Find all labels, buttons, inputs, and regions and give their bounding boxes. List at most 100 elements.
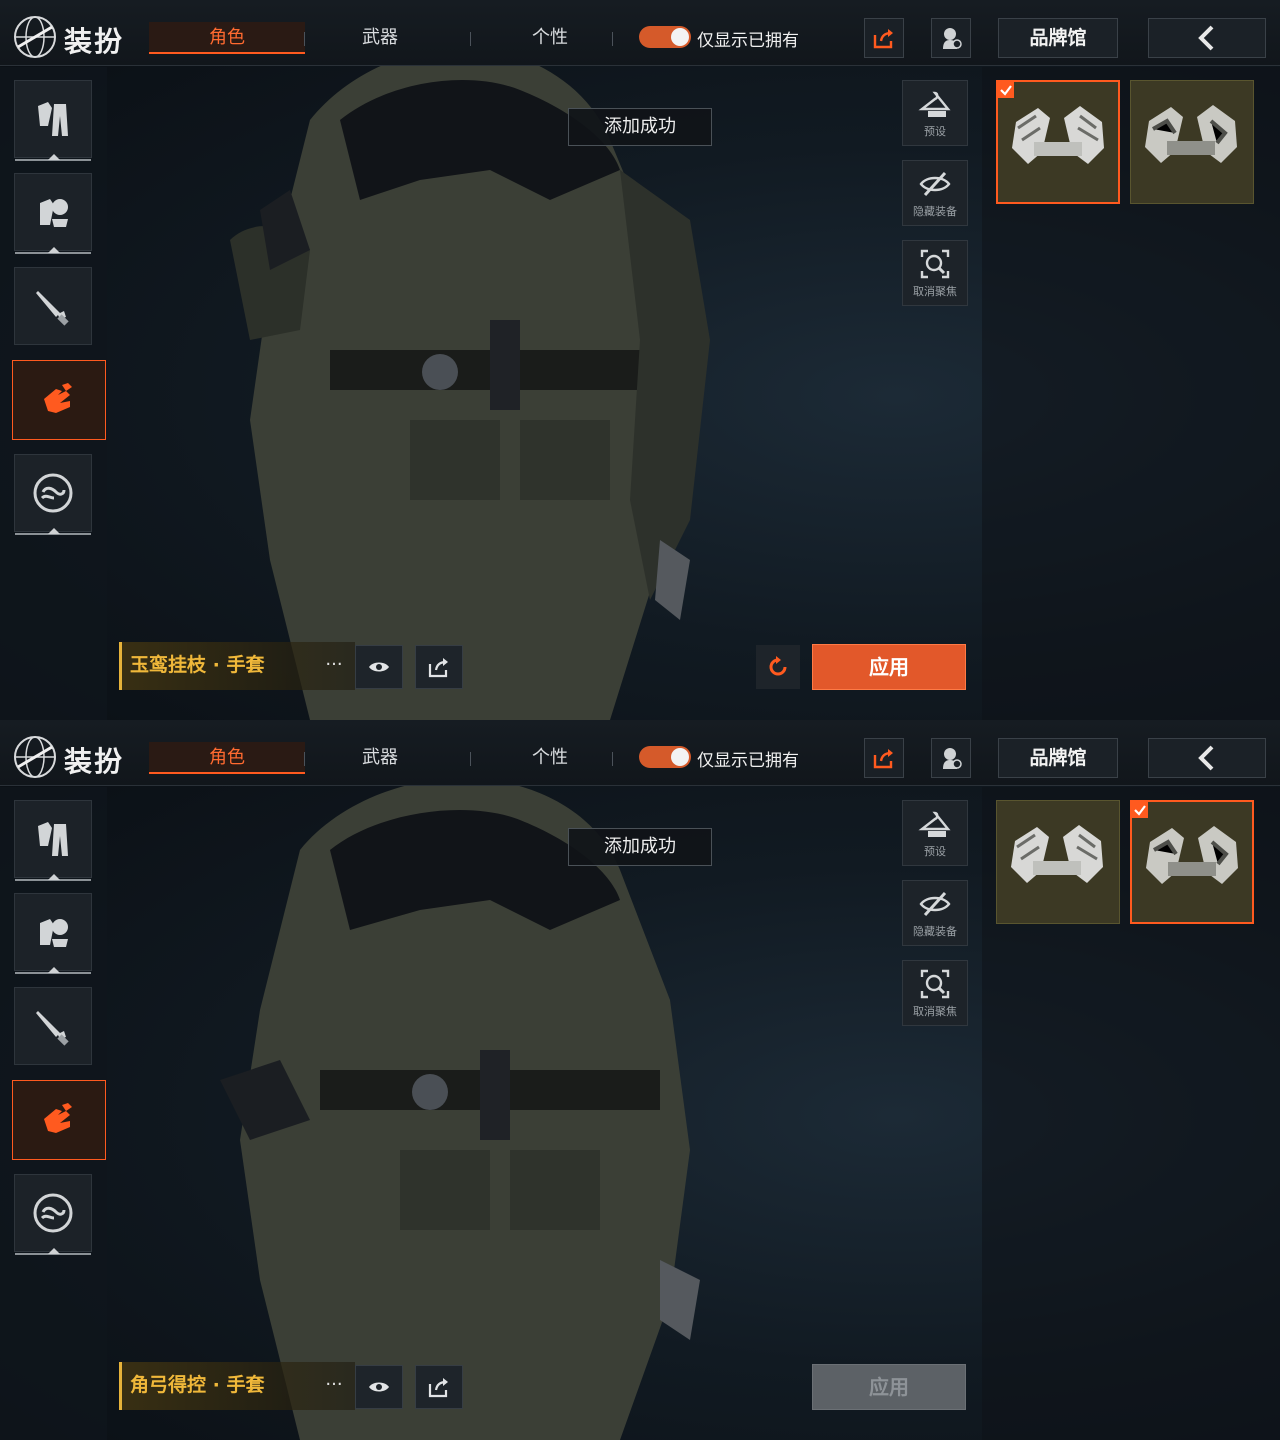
knife-icon xyxy=(36,1011,69,1046)
owned-only-label: 仅显示已拥有 xyxy=(697,31,799,51)
tab-divider xyxy=(470,32,471,46)
gloves-icon xyxy=(44,383,72,413)
preset-button[interactable]: 预设 xyxy=(902,800,968,866)
preset-button[interactable]: 预设 xyxy=(902,80,968,146)
outfit-icon xyxy=(38,822,68,856)
brand-hall-button[interactable]: 品牌馆 xyxy=(998,18,1118,58)
hide-equipment-button[interactable]: 隐藏装备 xyxy=(902,160,968,226)
eye-icon xyxy=(369,1382,389,1392)
owned-only-toggle[interactable] xyxy=(639,26,691,48)
more-options-button[interactable]: ··· xyxy=(316,1372,352,1400)
category-indicator xyxy=(48,1248,60,1254)
gloves-icon xyxy=(44,1103,72,1133)
head-settings-button[interactable] xyxy=(931,18,971,58)
category-indicator xyxy=(48,967,60,973)
unfocus-button[interactable]: 取消聚焦 xyxy=(902,960,968,1026)
toast-message: 添加成功 xyxy=(568,108,712,146)
glove-item[interactable] xyxy=(1130,800,1254,924)
category-outfit-set[interactable] xyxy=(14,173,92,254)
head-gear-icon xyxy=(943,748,962,769)
selected-check xyxy=(1132,802,1148,818)
category-outfit[interactable] xyxy=(14,80,92,161)
page-title: 装扮 xyxy=(64,25,125,58)
focus-icon xyxy=(920,249,950,279)
hide-equipment-button[interactable]: 隐藏装备 xyxy=(902,880,968,946)
more-options-button[interactable]: ··· xyxy=(316,652,352,680)
back-button[interactable] xyxy=(1148,18,1266,58)
page-title: 装扮 xyxy=(64,745,125,778)
tab-personal[interactable]: 个性 xyxy=(510,22,590,54)
tab-divider xyxy=(612,752,613,766)
category-outfit[interactable] xyxy=(14,800,92,881)
unfocus-label: 取消聚焦 xyxy=(913,1005,957,1018)
tab-divider xyxy=(470,752,471,766)
category-sidebar xyxy=(0,787,107,1440)
share-item-button[interactable] xyxy=(415,1365,463,1409)
category-indicator xyxy=(48,874,60,880)
category-gloves[interactable] xyxy=(12,1080,106,1160)
category-melee[interactable] xyxy=(14,987,92,1065)
glove-item[interactable] xyxy=(1130,80,1254,204)
category-emote[interactable] xyxy=(14,1174,92,1255)
category-indicator xyxy=(48,247,60,253)
check-icon xyxy=(1134,805,1146,816)
outfit-icon xyxy=(38,102,68,136)
wardrobe-screen-2: 装扮 角色 武器 个性 仅显示已拥有 品牌馆 预设 隐藏装备 取消聚焦 添加成功… xyxy=(0,720,1280,1440)
apply-button: 应用 xyxy=(812,1364,966,1410)
share-item-button[interactable] xyxy=(415,645,463,689)
brand-hall-button[interactable]: 品牌馆 xyxy=(998,738,1118,778)
unfocus-label: 取消聚焦 xyxy=(913,285,957,298)
toggle-knob xyxy=(671,28,689,46)
hanger-icon xyxy=(918,91,951,117)
share-icon xyxy=(873,749,893,769)
category-gloves[interactable] xyxy=(12,360,106,440)
outfit-set-icon xyxy=(40,919,68,947)
category-outfit-set[interactable] xyxy=(14,893,92,974)
globe-logo-icon xyxy=(12,734,58,780)
share-button[interactable] xyxy=(864,18,904,58)
category-indicator xyxy=(48,528,60,534)
preview-button[interactable] xyxy=(355,1365,403,1409)
toast-message: 添加成功 xyxy=(568,828,712,866)
tab-divider xyxy=(612,32,613,46)
glove-item[interactable] xyxy=(996,800,1120,924)
top-bar: 装扮 角色 武器 个性 仅显示已拥有 品牌馆 xyxy=(0,720,1280,786)
glove-camo-image xyxy=(1145,105,1237,163)
hide-equipment-label: 隐藏装备 xyxy=(913,205,957,218)
apply-button[interactable]: 应用 xyxy=(812,644,966,690)
selected-check xyxy=(998,82,1014,98)
head-settings-button[interactable] xyxy=(931,738,971,778)
category-melee[interactable] xyxy=(14,267,92,345)
share-icon xyxy=(428,1378,448,1398)
glove-white-image xyxy=(1011,825,1103,883)
tab-character[interactable]: 角色 xyxy=(149,22,305,54)
owned-only-label: 仅显示已拥有 xyxy=(697,751,799,771)
share-icon xyxy=(428,658,448,678)
outfit-set-icon xyxy=(40,199,68,227)
unfocus-button[interactable]: 取消聚焦 xyxy=(902,240,968,306)
tab-divider xyxy=(304,32,305,46)
item-grid xyxy=(982,67,1280,720)
emote-icon xyxy=(33,1193,73,1233)
knife-icon xyxy=(36,291,69,326)
toggle-knob xyxy=(671,748,689,766)
head-gear-icon xyxy=(943,28,962,49)
preview-button[interactable] xyxy=(355,645,403,689)
wardrobe-screen-1: 装扮 角色 武器 个性 仅显示已拥有 品牌馆 预设 隐藏装备 取消聚焦 添加成功… xyxy=(0,0,1280,720)
tab-divider xyxy=(304,752,305,766)
preset-label: 预设 xyxy=(924,125,946,138)
tab-weapon[interactable]: 武器 xyxy=(340,22,420,54)
item-grid xyxy=(982,787,1280,1440)
back-button[interactable] xyxy=(1148,738,1266,778)
tab-personal[interactable]: 个性 xyxy=(510,742,590,774)
reset-button[interactable] xyxy=(756,645,800,689)
share-button[interactable] xyxy=(864,738,904,778)
glove-item[interactable] xyxy=(996,80,1120,204)
tab-character[interactable]: 角色 xyxy=(149,742,305,774)
owned-only-toggle[interactable] xyxy=(639,746,691,768)
tab-weapon[interactable]: 武器 xyxy=(340,742,420,774)
top-bar: 装扮 角色 武器 个性 仅显示已拥有 品牌馆 xyxy=(0,0,1280,66)
focus-icon xyxy=(920,969,950,999)
category-emote[interactable] xyxy=(14,454,92,535)
chevron-left-icon xyxy=(1198,25,1214,51)
